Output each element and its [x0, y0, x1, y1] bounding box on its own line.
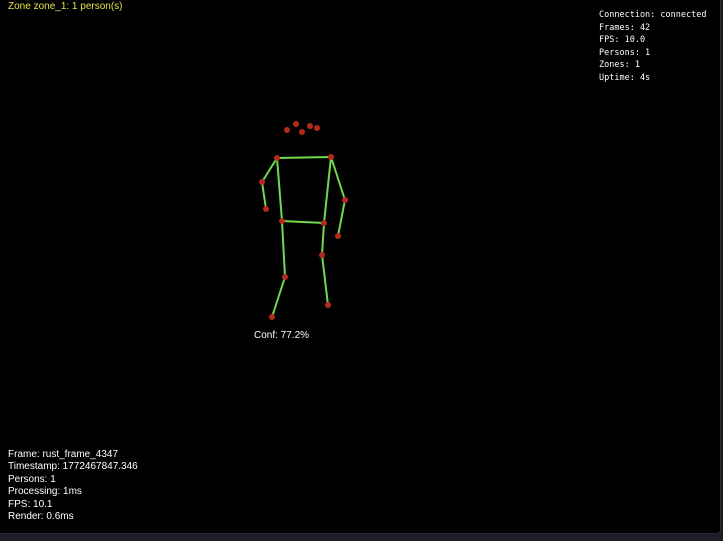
joint-lel [342, 197, 348, 203]
joint-rwr [263, 206, 269, 212]
bone-rhip-lhip [281, 220, 325, 224]
skeleton-joints [259, 121, 348, 320]
bone-lhip-lkn [321, 222, 325, 256]
bottom-strip [0, 534, 723, 541]
render-time: Render: 0.6ms [8, 511, 74, 523]
joint-lwr [335, 233, 341, 239]
skeleton-bones [261, 156, 346, 318]
bone-rel-rwr [261, 181, 267, 210]
joint-lan [325, 302, 331, 308]
joint-rsh [274, 155, 280, 161]
bone-lel-lwr [337, 199, 346, 237]
joint-leye [307, 123, 313, 129]
bone-rkn-ran [271, 276, 286, 318]
joint-rhip [279, 218, 285, 224]
frame-fps: FPS: 10.1 [8, 498, 53, 510]
bone-rsh-lsh [276, 156, 332, 159]
bone-rsh-rhip [276, 157, 283, 222]
joint-lsh [328, 154, 334, 160]
bone-rsh-rel [261, 157, 278, 183]
joint-rear [284, 127, 290, 133]
timestamp: Timestamp: 1772467847.346 [8, 461, 138, 473]
joint-rel [259, 179, 265, 185]
bone-rhip-rkn [281, 220, 286, 278]
bone-lsh-lhip [323, 156, 332, 224]
joint-rkn [282, 274, 288, 280]
joint-lhip [321, 220, 327, 226]
frame-persons: Persons: 1 [8, 473, 56, 485]
joint-lear [314, 125, 320, 131]
joint-lkn [319, 252, 325, 258]
joint-nose [299, 129, 305, 135]
bone-lsh-lel [330, 156, 346, 201]
bone-lkn-lan [321, 254, 329, 306]
pose-canvas: Zone zone_1: 1 person(s) Connection: con… [0, 0, 721, 534]
joint-reye [293, 121, 299, 127]
frame-id: Frame: rust_frame_4347 [8, 449, 119, 460]
joint-ran [269, 314, 275, 320]
frame-info-panel: Frame: rust_frame_4347 Timestamp: 177246… [8, 449, 138, 523]
processing-time: Processing: 1ms [8, 486, 82, 498]
confidence-label: Conf: 77.2% [254, 330, 309, 341]
